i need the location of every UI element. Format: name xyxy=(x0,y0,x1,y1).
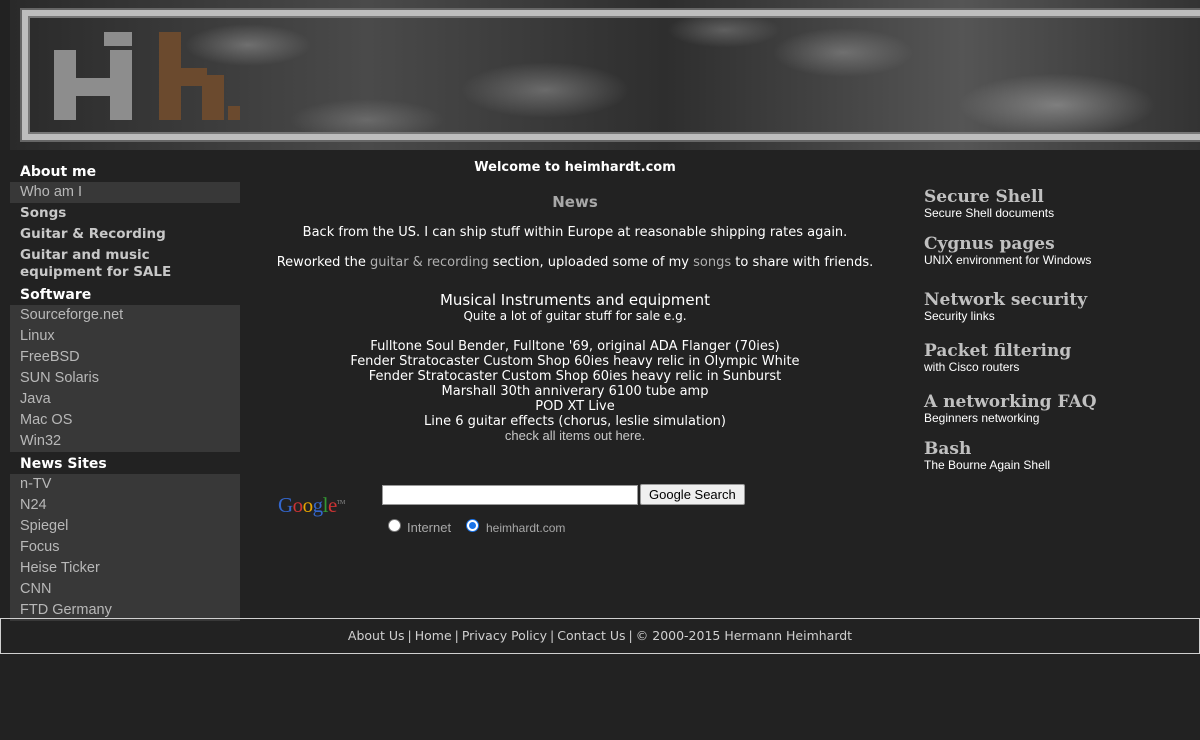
network-security-desc: Security links xyxy=(924,309,995,323)
nav-link-guitar-recording[interactable]: Guitar & Recording xyxy=(10,224,240,245)
google-logo-letter: o xyxy=(292,493,304,517)
bash-link[interactable]: Bash xyxy=(924,439,1194,459)
sale-item: Marshall 30th anniverary 6100 tube amp xyxy=(441,384,709,399)
nav-link-freebsd[interactable]: FreeBSD xyxy=(10,347,240,368)
news-item-2: Reworked the guitar & recording section,… xyxy=(250,255,900,271)
check-all-items-link[interactable]: check all items out here. xyxy=(250,429,900,443)
right-link-block: Cygnus pages UNIX environment for Window… xyxy=(924,234,1194,267)
news-text: to share with friends. xyxy=(731,255,874,270)
google-logo[interactable]: GoogleTM xyxy=(278,493,345,518)
footer-separator: | xyxy=(550,628,555,643)
nav-link-linux[interactable]: Linux xyxy=(10,326,240,347)
instruments-subtitle: Quite a lot of guitar stuff for sale e.g… xyxy=(463,309,687,323)
networking-faq-link[interactable]: A networking FAQ xyxy=(924,392,1194,412)
songs-link[interactable]: songs xyxy=(693,255,731,270)
sale-item: POD XT Live xyxy=(535,399,615,414)
left-navigation: About me Who am I Songs Guitar & Recordi… xyxy=(10,160,240,621)
nav-link-songs[interactable]: Songs xyxy=(10,203,240,224)
footer-about-link[interactable]: About Us xyxy=(348,628,405,643)
nav-link-equipment-for-sale[interactable]: Guitar and music equipment for SALE xyxy=(10,245,240,283)
google-logo-letter: e xyxy=(328,493,337,517)
nav-link-mac-os[interactable]: Mac OS xyxy=(10,410,240,431)
nav-link-cnn[interactable]: CNN xyxy=(10,579,240,600)
packet-filtering-link[interactable]: Packet filtering xyxy=(924,341,1194,361)
google-logo-letter: o xyxy=(302,493,314,517)
nav-link-focus[interactable]: Focus xyxy=(10,537,240,558)
guitar-recording-link[interactable]: guitar & recording xyxy=(370,255,489,270)
sale-items-list: Fulltone Soul Bender, Fulltone '69, orig… xyxy=(250,339,900,443)
radio-site[interactable] xyxy=(466,519,479,532)
sale-item: Fender Stratocaster Custom Shop 60ies he… xyxy=(368,369,782,384)
footer-separator: | xyxy=(628,628,633,643)
news-item-1: Back from the US. I can ship stuff withi… xyxy=(302,225,848,240)
nav-heading-news-sites: News Sites xyxy=(10,452,240,474)
nav-link-sourceforge[interactable]: Sourceforge.net xyxy=(10,305,240,326)
cygnus-pages-desc: UNIX environment for Windows xyxy=(924,253,1092,267)
footer-separator: | xyxy=(454,628,459,643)
google-logo-letter: g xyxy=(312,493,324,517)
right-link-block: Packet filtering with Cisco routers xyxy=(924,341,1194,374)
right-link-block: Secure Shell Secure Shell documents xyxy=(924,187,1194,220)
nav-link-java[interactable]: Java xyxy=(10,389,240,410)
main-content: Welcome to heimhardt.com News Back from … xyxy=(250,158,900,443)
sale-item: Fulltone Soul Bender, Fulltone '69, orig… xyxy=(370,339,780,354)
news-text: Reworked the xyxy=(276,255,371,270)
right-column: Secure Shell Secure Shell documents Cygn… xyxy=(924,187,1194,484)
welcome-heading: Welcome to heimhardt.com xyxy=(474,160,676,175)
radio-internet-label: Internet xyxy=(407,520,452,535)
nav-group-about: Who am I xyxy=(10,182,240,203)
cygnus-pages-link[interactable]: Cygnus pages xyxy=(924,234,1194,254)
networking-faq-desc: Beginners networking xyxy=(924,411,1040,425)
site-logo[interactable] xyxy=(44,30,244,122)
search-input[interactable] xyxy=(382,485,638,505)
nav-heading-about: About me xyxy=(10,160,240,182)
header-banner xyxy=(10,0,1200,150)
nav-group-software: Sourceforge.net Linux FreeBSD SUN Solari… xyxy=(10,305,240,452)
google-search-button[interactable]: Google Search xyxy=(640,484,745,505)
right-link-block: Bash The Bourne Again Shell xyxy=(924,439,1194,472)
google-logo-letter: G xyxy=(278,493,293,517)
nav-link-ntv[interactable]: n-TV xyxy=(10,474,240,495)
radio-internet[interactable] xyxy=(388,519,401,532)
instruments-title: Musical Instruments and equipment xyxy=(439,291,711,309)
network-security-link[interactable]: Network security xyxy=(924,290,1194,310)
sale-item: Line 6 guitar effects (chorus, leslie si… xyxy=(424,414,726,429)
news-text: section, uploaded some of my xyxy=(488,255,694,270)
packet-filtering-desc: with Cisco routers xyxy=(924,360,1020,374)
google-search-form: GoogleTM Google Search Internet heimhard… xyxy=(278,483,778,543)
bash-desc: The Bourne Again Shell xyxy=(924,458,1051,472)
footer-privacy-link[interactable]: Privacy Policy xyxy=(462,628,547,643)
right-link-block: Network security Security links xyxy=(924,290,1194,323)
nav-group-news-sites: n-TV N24 Spiegel Focus Heise Ticker CNN … xyxy=(10,474,240,621)
nav-link-heise-ticker[interactable]: Heise Ticker xyxy=(10,558,240,579)
google-logo-tm: TM xyxy=(336,500,346,506)
footer: About Us | Home | Privacy Policy | Contact Us |… xyxy=(0,618,1200,654)
nav-link-win32[interactable]: Win32 xyxy=(10,431,240,452)
nav-link-sun-solaris[interactable]: SUN Solaris xyxy=(10,368,240,389)
sale-item: Fender Stratocaster Custom Shop 60ies he… xyxy=(350,354,800,369)
secure-shell-link[interactable]: Secure Shell xyxy=(924,187,1194,207)
news-title: News xyxy=(552,193,598,211)
right-link-block: A networking FAQ Beginners networking xyxy=(924,392,1194,425)
nav-link-spiegel[interactable]: Spiegel xyxy=(10,516,240,537)
footer-copyright: © 2000-2015 Hermann Heimhardt xyxy=(635,628,853,643)
secure-shell-desc: Secure Shell documents xyxy=(924,206,1055,220)
footer-contact-link[interactable]: Contact Us xyxy=(557,628,625,643)
footer-home-link[interactable]: Home xyxy=(415,628,452,643)
nav-link-n24[interactable]: N24 xyxy=(10,495,240,516)
nav-link-who-am-i[interactable]: Who am I xyxy=(10,182,240,203)
radio-site-label: heimhardt.com xyxy=(486,521,566,535)
footer-separator: | xyxy=(407,628,412,643)
nav-heading-software: Software xyxy=(10,283,240,305)
